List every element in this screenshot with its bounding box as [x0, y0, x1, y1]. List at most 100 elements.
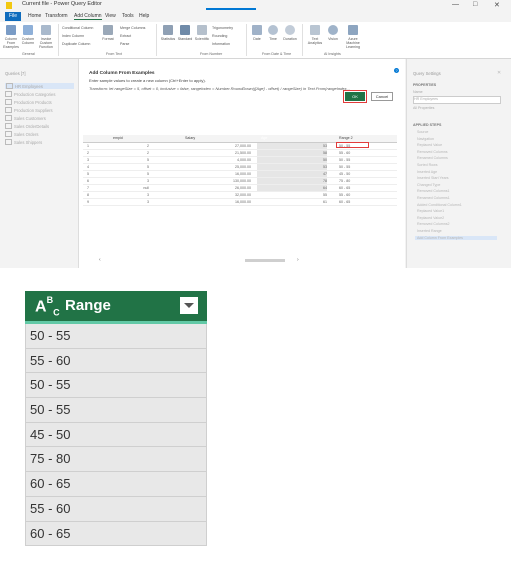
range-value-cell[interactable]: 45 - 50: [26, 422, 206, 448]
vision-button[interactable]: Vision: [326, 25, 340, 41]
range-cell[interactable]: 75 - 80: [339, 179, 350, 183]
window-title: Current file - Power Query Editor: [22, 1, 102, 7]
range-value-cell[interactable]: 60 - 65: [26, 472, 206, 497]
query-item[interactable]: Production Categories: [5, 91, 55, 97]
rounding-button[interactable]: Rounding: [212, 34, 227, 38]
applied-step[interactable]: Added Conditional Column1: [417, 203, 462, 207]
applied-step[interactable]: Removed Columns: [417, 150, 448, 154]
scroll-left-icon[interactable]: ‹: [99, 257, 101, 263]
statistics-button[interactable]: Statistics: [160, 25, 176, 41]
file-menu[interactable]: File: [5, 12, 21, 21]
range-value-cell[interactable]: 55 - 60: [26, 496, 206, 522]
query-name-input[interactable]: HR Employees: [413, 96, 501, 104]
query-item[interactable]: HR Employees: [5, 83, 74, 89]
minimize-button[interactable]: —: [452, 1, 459, 8]
column-header-range[interactable]: Range 2: [339, 136, 353, 140]
applied-step[interactable]: Changed Type: [417, 183, 440, 187]
maximize-button[interactable]: □: [473, 1, 477, 8]
information-button[interactable]: Information: [212, 42, 230, 46]
query-item[interactable]: Sales Shippers: [5, 139, 42, 145]
help-icon[interactable]: ?: [394, 68, 399, 73]
tab-home[interactable]: Home: [28, 13, 41, 19]
close-icon[interactable]: ✕: [497, 70, 501, 76]
applied-step[interactable]: Replaced Value: [417, 143, 442, 147]
range-cell[interactable]: 60 - 65: [339, 200, 350, 204]
conditional-column-button[interactable]: Conditional Column: [62, 26, 93, 30]
range-cell[interactable]: 55 - 60: [339, 151, 350, 155]
column-header-age[interactable]: Age: [261, 136, 267, 140]
range-cell[interactable]: 55 - 60: [339, 193, 350, 197]
salary-cell: 21,500.00: [235, 151, 251, 155]
tab-tools[interactable]: Tools: [122, 13, 134, 19]
applied-step[interactable]: Replaced Value2: [417, 216, 444, 220]
range-value-cell[interactable]: 75 - 80: [26, 447, 206, 473]
parse-button[interactable]: Parse: [120, 42, 129, 46]
duplicate-column-button[interactable]: Duplicate Column: [62, 42, 90, 46]
time-button[interactable]: Time: [266, 25, 280, 41]
tab-help[interactable]: Help: [139, 13, 149, 19]
column-header-empid[interactable]: empid: [113, 136, 123, 140]
column-header-salary[interactable]: Salary: [185, 136, 195, 140]
query-item[interactable]: Production Products: [5, 99, 52, 105]
text-analytics-button[interactable]: Text Analytics: [306, 25, 324, 45]
range-value-cell[interactable]: 55 - 60: [26, 348, 206, 374]
all-properties-link[interactable]: All Properties: [413, 106, 434, 110]
applied-step[interactable]: Removed Columns2: [417, 222, 450, 226]
range-value-cell[interactable]: 60 - 65: [26, 521, 206, 547]
custom-column-button[interactable]: Custom Column: [20, 25, 36, 45]
scroll-right-icon[interactable]: ›: [297, 257, 299, 263]
query-item[interactable]: Sales Orders: [5, 131, 38, 137]
standard-button[interactable]: Standard: [177, 25, 193, 41]
applied-step[interactable]: Add Column From Examples: [415, 235, 497, 240]
trigonometry-button[interactable]: Trigonometry: [212, 26, 233, 30]
invoke-custom-function-button[interactable]: Invoke Custom Function: [37, 25, 55, 49]
range-value-cell[interactable]: 50 - 55: [26, 398, 206, 423]
applied-step[interactable]: Replaced Value1: [417, 209, 444, 213]
applied-step[interactable]: Inserted Start Years: [417, 176, 449, 180]
horizontal-scrollbar[interactable]: ‹ ›: [99, 257, 319, 263]
range-cell[interactable]: 60 - 65: [339, 186, 350, 190]
range-cell[interactable]: 50 - 55: [339, 165, 350, 169]
close-button[interactable]: ✕: [494, 1, 500, 9]
applied-step[interactable]: Source: [417, 130, 428, 134]
applied-step[interactable]: Renamed Columns: [417, 156, 448, 160]
scientific-button[interactable]: Scientific: [194, 25, 210, 41]
range-value-cell[interactable]: 50 - 55: [26, 373, 206, 399]
ok-button[interactable]: OK: [343, 90, 367, 103]
applied-step[interactable]: Removed Columns1: [417, 189, 450, 193]
empid-cell: 3: [147, 200, 149, 204]
loading-progress-bar: [206, 8, 256, 10]
range-column-name: Range: [65, 297, 111, 314]
scrollbar-thumb[interactable]: [245, 259, 285, 262]
data-preview-area: Add Column From Examples Enter sample va…: [79, 59, 405, 268]
applied-step[interactable]: Inserted Age: [417, 170, 437, 174]
range-cell[interactable]: 50 - 55: [339, 158, 350, 162]
tab-transform[interactable]: Transform: [45, 13, 68, 19]
duration-button[interactable]: Duration: [282, 25, 298, 41]
merge-columns-button[interactable]: Merge Columns: [120, 26, 145, 30]
azure-ml-button[interactable]: Azure Machine Learning: [342, 25, 364, 49]
tab-add-column[interactable]: Add Column: [74, 13, 102, 20]
query-item[interactable]: Sales Customers: [5, 115, 46, 121]
table-row: 9 3 16,000.00 61 60 - 65: [83, 199, 397, 206]
column-from-examples-button[interactable]: Column From Examples: [3, 25, 19, 49]
column-filter-dropdown-icon[interactable]: [180, 297, 198, 314]
applied-step[interactable]: Sorted Rows: [417, 163, 438, 167]
format-button[interactable]: Format: [100, 25, 116, 41]
applied-step[interactable]: Renamed Columns1: [417, 196, 450, 200]
cancel-button[interactable]: Cancel: [371, 92, 393, 101]
index-column-button[interactable]: Index Column: [62, 34, 84, 38]
text-type-icon[interactable]: ABC: [35, 295, 60, 318]
range-column-header[interactable]: ABC Range: [25, 291, 207, 324]
query-item[interactable]: Production Suppliers: [5, 107, 53, 113]
range-value-cell[interactable]: 50 - 55: [26, 324, 206, 349]
ribbon: Column From Examples Custom Column Invok…: [0, 22, 511, 59]
query-item[interactable]: Sales OrderDetails: [5, 123, 49, 129]
range-cell[interactable]: 45 - 50: [339, 172, 350, 176]
extract-button[interactable]: Extract: [120, 34, 131, 38]
date-button[interactable]: Date: [250, 25, 264, 41]
applied-step[interactable]: Inserted Range: [417, 229, 442, 233]
applied-step[interactable]: Navigation: [417, 137, 434, 141]
salary-cell: 26,000.00: [235, 186, 251, 190]
tab-view[interactable]: View: [105, 13, 116, 19]
